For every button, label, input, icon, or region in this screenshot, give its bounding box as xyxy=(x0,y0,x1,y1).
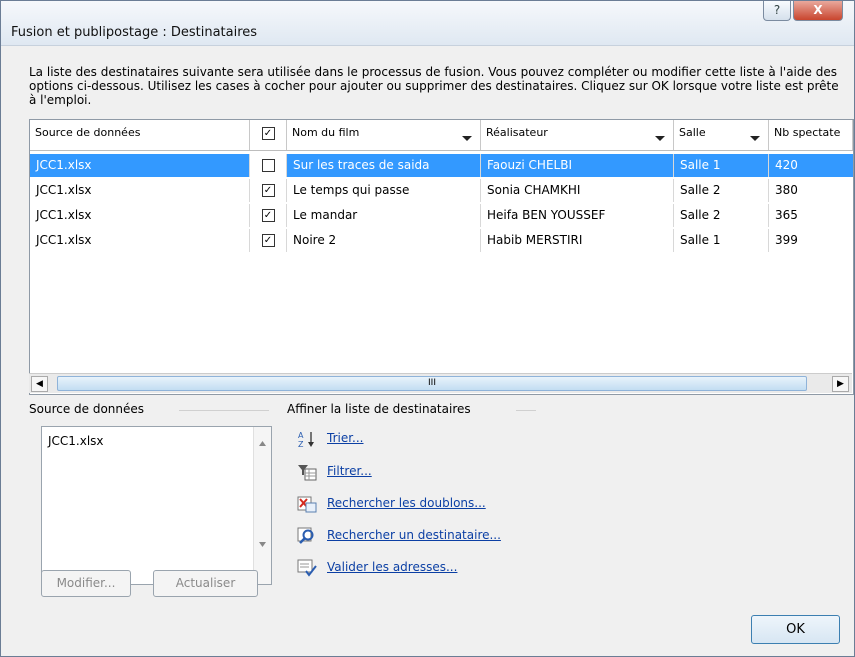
scroll-arrows-icon xyxy=(259,441,266,547)
count-cell: 380 xyxy=(775,183,798,197)
data-source-listbox[interactable]: JCC1.xlsx xyxy=(41,426,272,585)
row-checkbox[interactable]: ✓ xyxy=(261,184,275,197)
validate-link[interactable]: Valider les adresses... xyxy=(327,560,457,574)
search-icon xyxy=(297,527,314,544)
chevron-down-icon[interactable] xyxy=(655,136,665,141)
column-header-count-label: Nb spectate xyxy=(774,126,841,139)
ok-button[interactable]: OK xyxy=(751,615,840,644)
refine-heading: Affiner la liste de destinataires xyxy=(287,402,471,416)
sort-link[interactable]: Trier... xyxy=(327,431,364,445)
column-header-film[interactable]: Nom du film xyxy=(287,120,481,150)
sort-az-icon: A Z xyxy=(298,431,314,448)
filter-link[interactable]: Filtrer... xyxy=(327,464,372,478)
director-cell: Faouzi CHELBI xyxy=(481,154,674,177)
scroll-right-button[interactable]: ▶ xyxy=(832,376,849,392)
column-header-room[interactable]: Salle xyxy=(674,120,769,150)
table-row[interactable]: JCC1.xlsx ✓ Noire 2 Habib MERSTIRI Salle… xyxy=(30,229,853,252)
table-row[interactable]: JCC1.xlsx ✓ Le mandar Heifa BEN YOUSSEF … xyxy=(30,204,853,227)
scrollbar-thumb[interactable]: III xyxy=(57,376,807,391)
director-cell: Heifa BEN YOUSSEF xyxy=(481,204,674,227)
duplicates-icon xyxy=(297,496,317,513)
film-cell: Sur les traces de saida xyxy=(287,154,481,177)
room-cell: Salle 2 xyxy=(674,179,769,202)
recipients-table: Source de données ✓ Nom du film Réalisat… xyxy=(29,119,854,395)
select-all-checkbox[interactable]: ✓ xyxy=(261,126,275,140)
film-cell: Le mandar xyxy=(287,204,481,227)
scroll-left-button[interactable]: ◀ xyxy=(31,376,48,392)
director-cell: Habib MERSTIRI xyxy=(481,229,674,252)
film-cell: Le temps qui passe xyxy=(287,179,481,202)
svg-text:Z: Z xyxy=(298,440,304,448)
section-divider xyxy=(179,410,269,411)
duplicates-link[interactable]: Rechercher les doublons... xyxy=(327,496,486,510)
list-item[interactable]: JCC1.xlsx xyxy=(48,434,104,448)
room-cell: Salle 2 xyxy=(674,204,769,227)
column-header-director[interactable]: Réalisateur xyxy=(481,120,674,150)
filter-icon xyxy=(298,465,317,481)
instructions-text: La liste des destinataires suivante sera… xyxy=(29,65,839,107)
row-checkbox[interactable]: ✓ xyxy=(261,234,275,247)
svg-text:A: A xyxy=(298,431,304,440)
chevron-down-icon[interactable] xyxy=(750,136,760,141)
table-row[interactable]: JCC1.xlsx ✓ Sur les traces de saida Faou… xyxy=(30,154,853,177)
section-divider xyxy=(516,410,536,411)
vertical-scrollbar[interactable] xyxy=(253,427,271,584)
modify-button[interactable]: Modifier... xyxy=(41,570,131,597)
validate-icon xyxy=(297,559,317,577)
source-cell: JCC1.xlsx xyxy=(30,204,250,227)
row-checkbox-cell: ✓ xyxy=(250,229,287,252)
column-header-room-label: Salle xyxy=(679,126,706,139)
row-checkbox-cell: ✓ xyxy=(250,204,287,227)
column-header-count[interactable]: Nb spectate xyxy=(769,120,853,150)
count-cell: 365 xyxy=(775,208,798,222)
column-header-source-label: Source de données xyxy=(35,126,141,139)
director-cell: Sonia CHAMKHI xyxy=(481,179,674,202)
row-checkbox-cell: ✓ xyxy=(250,179,287,202)
source-cell: JCC1.xlsx xyxy=(30,229,250,252)
row-checkbox-cell: ✓ xyxy=(250,154,287,177)
column-header-director-label: Réalisateur xyxy=(486,126,548,139)
room-cell: Salle 1 xyxy=(674,229,769,252)
data-source-heading: Source de données xyxy=(29,402,145,416)
film-cell: Noire 2 xyxy=(287,229,481,252)
row-checkbox[interactable]: ✓ xyxy=(261,209,275,222)
row-checkbox[interactable]: ✓ xyxy=(261,159,275,172)
source-cell: JCC1.xlsx xyxy=(30,179,250,202)
refresh-button[interactable]: Actualiser xyxy=(153,570,258,597)
source-cell: JCC1.xlsx xyxy=(30,154,250,177)
chevron-down-icon[interactable] xyxy=(462,136,472,141)
horizontal-scrollbar[interactable]: ◀ III ▶ xyxy=(29,373,852,393)
column-header-source[interactable]: Source de données xyxy=(30,120,250,150)
mail-merge-recipients-dialog: Fusion et publipostage : Destinataires ?… xyxy=(0,0,855,657)
count-cell: 420 xyxy=(775,158,798,172)
table-header: Source de données ✓ Nom du film Réalisat… xyxy=(30,120,853,151)
room-cell: Salle 1 xyxy=(674,154,769,177)
window-title: Fusion et publipostage : Destinataires xyxy=(11,25,258,40)
help-button[interactable]: ? xyxy=(763,1,791,21)
count-cell: 399 xyxy=(775,233,798,247)
find-recipient-link[interactable]: Rechercher un destinataire... xyxy=(327,528,501,542)
table-row[interactable]: JCC1.xlsx ✓ Le temps qui passe Sonia CHA… xyxy=(30,179,853,202)
title-bar: Fusion et publipostage : Destinataires ?… xyxy=(1,1,854,46)
close-button[interactable]: X xyxy=(793,1,843,21)
column-header-film-label: Nom du film xyxy=(292,126,360,139)
column-header-checkbox[interactable]: ✓ xyxy=(250,120,287,150)
